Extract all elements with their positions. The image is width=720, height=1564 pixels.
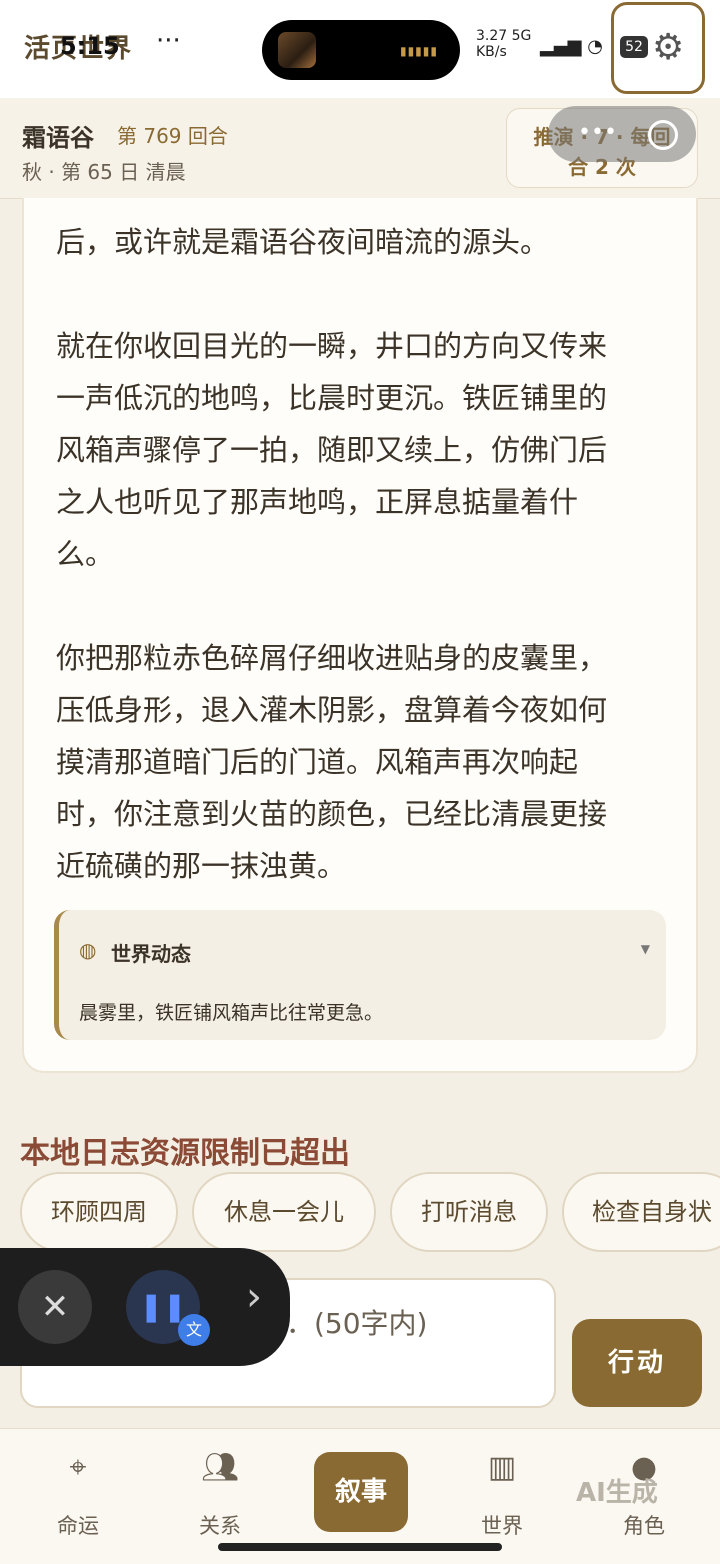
close-circle-icon [648,120,678,150]
quick-action-chip[interactable]: 休息一会儿 [192,1172,376,1252]
ai-watermark: AI生成 [576,1478,658,1508]
world-events-text: 晨雾里，铁匠铺风箱声比往常更急。 [79,1002,384,1024]
quick-action-chip[interactable]: 检查自身状 [562,1172,720,1252]
miniapp-capsule[interactable]: ••• [548,106,696,162]
signal-icon: ▂▄▆ ◔ [540,36,603,57]
quick-action-chip[interactable]: 打听消息 [390,1172,548,1252]
close-icon[interactable]: ✕ [18,1270,92,1344]
home-indicator[interactable] [218,1543,502,1551]
dynamic-island[interactable]: ▮▮▮▮▮ [262,20,460,80]
more-icon[interactable]: ··· [156,26,181,56]
translate-icon[interactable]: 文 [178,1314,210,1346]
chevron-down-icon[interactable]: ▼ [641,942,650,956]
turn-counter: 第 769 回合 [117,124,228,148]
story-paragraph: 就在你收回目光的一瞬，井口的方向又传来 一声低沉的地鸣，比晨时更沉。铁匠铺里的 … [56,329,608,571]
season-day: 秋 · 第 65 日 清晨 [22,160,186,184]
nav-tab-narrative[interactable]: 叙事 [314,1452,408,1532]
chevron-right-icon[interactable]: › [246,1274,262,1320]
nav-tab-relations[interactable]: 👥︎ 关系 [170,1448,270,1540]
nav-tab-world[interactable]: ▥ 世界 [452,1448,552,1540]
network-speed: 3.27 5G KB/s [476,28,532,60]
action-button[interactable]: 行动 [572,1319,702,1407]
map-icon: ▥ [487,1450,517,1485]
world-events-title: 世界动态 [111,942,191,966]
location-title: 霜语谷 [22,124,94,152]
status-time: 5:15 [60,32,120,60]
story-paragraph: 你把那粒赤色碎屑仔细收进贴身的皮囊里， 压低身形，退入灌木阴影，盘算着今夜如何 … [56,641,608,883]
gear-icon: ⚙ [652,27,685,68]
audio-wave-icon: ▮▮▮▮▮ [399,44,438,58]
input-placeholder: ．(50字内) [286,1307,428,1340]
floating-toolbar: ✕ ❚❚ 文 › [0,1248,290,1366]
quick-action-chip[interactable]: 环顾四周 [20,1172,178,1252]
resource-warning: 本地日志资源限制已超出 [20,1136,350,1171]
people-icon: 👥︎ [200,1450,240,1485]
settings-button[interactable]: ⚙ [611,2,705,94]
menu-dots-icon: ••• [578,120,617,145]
crosshair-icon: ⌖ [69,1450,87,1485]
globe-icon: ◍ [79,938,97,962]
media-thumbnail [278,32,316,68]
world-events-panel[interactable]: ◍ 世界动态 ▼ 晨雾里，铁匠铺风箱声比往常更急。 [54,910,666,1040]
story-paragraph: 后，或许就是霜语谷夜间暗流的源头。 [56,225,550,259]
nav-tab-fate[interactable]: ⌖ 命运 [28,1448,128,1540]
